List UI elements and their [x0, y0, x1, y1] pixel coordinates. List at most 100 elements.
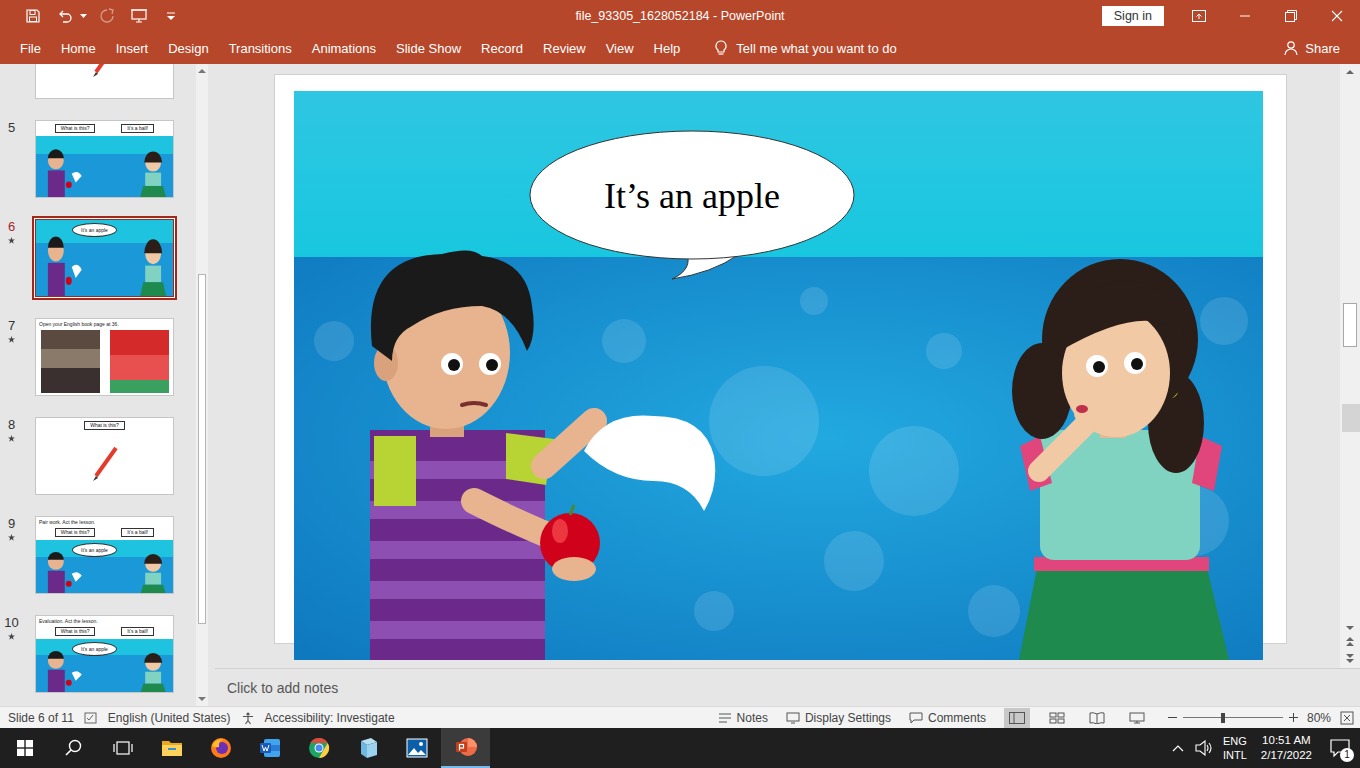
slide-thumbnail-item[interactable]: 10Evaluation. Act the lesson.What is thi…: [0, 615, 196, 693]
previous-slide-icon[interactable]: [1346, 637, 1354, 647]
slide-illustration[interactable]: It’s an apple: [294, 91, 1263, 660]
slide-thumbnail[interactable]: Evaluation. Act the lesson.What is this?…: [35, 615, 174, 693]
slide-thumbnail[interactable]: Open your English book page at 36.: [35, 318, 174, 396]
slide-thumbnail-item[interactable]: 8What is this?: [0, 417, 196, 495]
ribbon-tab[interactable]: Design: [168, 37, 208, 60]
minimize-button[interactable]: [1222, 0, 1268, 32]
taskbar-button[interactable]: [49, 728, 98, 768]
input-language[interactable]: ENGINTL: [1217, 734, 1253, 762]
undo-icon: [57, 8, 73, 24]
animation-star-icon: [8, 336, 15, 343]
slide-info: Slide 6 of 11: [8, 711, 74, 725]
clock[interactable]: 10:51 AM2/17/2022: [1253, 733, 1320, 763]
scrollbar-thumb[interactable]: [198, 274, 206, 624]
ribbon-tabs: File Home Insert Design Transitions Animation…: [0, 32, 1360, 64]
notes-button[interactable]: Notes: [718, 711, 768, 725]
slide-thumbnail-item[interactable]: 6It’s an apple: [0, 219, 196, 297]
zoom-level[interactable]: 80%: [1304, 711, 1334, 725]
collapsed-panel-tab[interactable]: [1342, 404, 1360, 432]
bubble-text[interactable]: It’s an apple: [604, 176, 780, 216]
taskbar-button[interactable]: [343, 728, 392, 768]
notes-pane[interactable]: Click to add notes: [215, 668, 1360, 706]
slide-thumbnail-item[interactable]: 9Pair work. Act the lesson.What is this?…: [0, 516, 196, 594]
ribbon-tab[interactable]: Help: [654, 37, 681, 60]
volume-button[interactable]: [1191, 728, 1217, 768]
zoom-slider[interactable]: [1183, 711, 1283, 725]
ribbon-display-button[interactable]: [1176, 0, 1222, 32]
slide-thumbnail-item[interactable]: 5What is this?It’s a ball!: [0, 120, 196, 198]
ribbon-tab[interactable]: Transitions: [229, 37, 292, 60]
ribbon-tab[interactable]: Insert: [116, 37, 149, 60]
fit-slide-icon[interactable]: [1340, 711, 1354, 725]
thumbnail-bubble: It’s an apple: [72, 642, 117, 656]
slide: It’s an apple: [274, 74, 1287, 644]
undo-dropdown[interactable]: [78, 3, 88, 29]
view-button[interactable]: [1124, 708, 1150, 728]
zoom-in-button[interactable]: [1289, 713, 1298, 722]
notification-center-button[interactable]: 1: [1320, 728, 1360, 768]
chevron-up-icon: [1172, 744, 1184, 752]
ribbon-tab[interactable]: Home: [61, 37, 96, 60]
next-slide-icon[interactable]: [1346, 653, 1354, 663]
slide-thumbnail[interactable]: It’s an apple: [35, 219, 174, 297]
app-icon: [357, 737, 379, 759]
accessibility-status[interactable]: Accessibility: Investigate: [265, 711, 395, 725]
ribbon-tab[interactable]: File: [20, 37, 41, 60]
taskbar-button[interactable]: [294, 728, 343, 768]
restore-button[interactable]: [1268, 0, 1314, 32]
zoom-out-button[interactable]: [1168, 713, 1177, 722]
display-settings-button[interactable]: Display Settings: [786, 711, 891, 725]
quick-access-toolbar: [0, 3, 563, 29]
show-hidden-icons-button[interactable]: [1165, 728, 1191, 768]
taskbar-button[interactable]: [441, 728, 490, 768]
tell-me-box[interactable]: Tell me what you want to do: [714, 40, 896, 56]
thumbnail-label: What is this?: [84, 421, 125, 430]
present-button[interactable]: [126, 3, 152, 29]
word-icon: [259, 737, 281, 759]
ribbon-tab[interactable]: Review: [543, 37, 586, 60]
slide-thumbnail-item[interactable]: 7 Open your English book page at 36.: [0, 318, 196, 396]
slide-thumbnail[interactable]: What is this?: [35, 417, 174, 495]
taskbar-button[interactable]: [245, 728, 294, 768]
undo-button[interactable]: [52, 3, 78, 29]
sign-in-button[interactable]: Sign in: [1102, 6, 1164, 26]
ribbon-tab[interactable]: View: [606, 37, 634, 60]
taskbar-button[interactable]: [0, 728, 49, 768]
customize-toolbar-button[interactable]: [158, 3, 184, 29]
ribbon-tab[interactable]: Slide Show: [396, 37, 461, 60]
view-button[interactable]: [1044, 708, 1070, 728]
zoom-slider-thumb[interactable]: [1221, 713, 1225, 723]
save-button[interactable]: [20, 3, 46, 29]
scroll-up-icon[interactable]: [1346, 69, 1354, 75]
slide-number: 7: [8, 318, 15, 334]
language[interactable]: English (United States): [108, 711, 231, 725]
slide-thumbnail[interactable]: What is this?It’s a ball!: [35, 120, 174, 198]
thumbnail-scrollbar[interactable]: [196, 64, 208, 706]
slide-thumbnail[interactable]: Pair work. Act the lesson.What is this?I…: [35, 516, 174, 594]
view-button[interactable]: [1004, 708, 1030, 728]
ribbon-tab[interactable]: Animations: [312, 37, 376, 60]
accessibility-icon[interactable]: [241, 711, 255, 725]
scroll-down-icon[interactable]: [1346, 625, 1354, 631]
close-button[interactable]: [1314, 0, 1360, 32]
powerpoint-window: file_93305_1628052184 - PowerPointSign i…: [0, 0, 1360, 768]
taskbar-button[interactable]: [392, 728, 441, 768]
ribbon-tab[interactable]: Record: [481, 37, 523, 60]
spelling-check-icon[interactable]: [84, 712, 98, 724]
taskbar-button[interactable]: [98, 728, 147, 768]
slide-thumbnail[interactable]: [35, 64, 174, 99]
scroll-up-icon[interactable]: [198, 68, 206, 74]
thumbnail-list: 5What is this?It’s a ball! 6It’s an apple…: [0, 64, 196, 706]
scroll-down-icon[interactable]: [198, 696, 206, 702]
comments-button[interactable]: Comments: [909, 711, 986, 725]
editor-scrollbar[interactable]: [1340, 64, 1360, 668]
slide-thumbnail-item[interactable]: [0, 64, 196, 99]
file-explorer-icon: [161, 739, 183, 757]
redo-button[interactable]: [94, 3, 120, 29]
scrollbar-thumb[interactable]: [1343, 303, 1357, 347]
share-button[interactable]: Share: [1283, 40, 1340, 56]
view-button[interactable]: [1084, 708, 1110, 728]
thumbnail-label: It’s a ball!: [121, 528, 154, 537]
taskbar-button[interactable]: [147, 728, 196, 768]
taskbar-button[interactable]: [196, 728, 245, 768]
